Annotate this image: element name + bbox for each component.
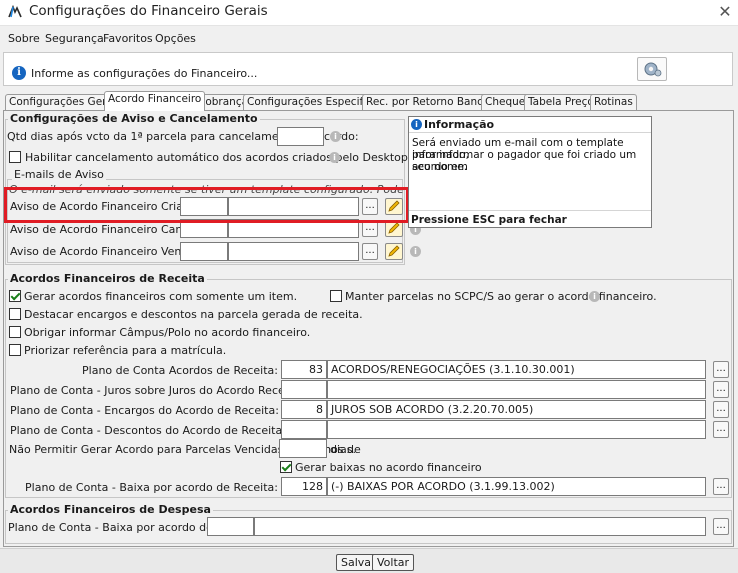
plano-encargos-receita-code-input[interactable]: 8 (281, 400, 327, 419)
menu-sobre[interactable]: Sobre (8, 32, 40, 45)
settings-button[interactable] (637, 57, 667, 81)
tab-acordo-financeiro[interactable]: Acordo Financeiro (104, 91, 206, 111)
priorizar-referencia-label: Priorizar referência para a matrícula. (24, 344, 227, 357)
plano-baixa-despesa-desc-input[interactable] (254, 517, 706, 536)
plano-descontos-receita-desc-input[interactable] (327, 420, 706, 439)
menu-seguranca[interactable]: Segurança (45, 32, 104, 45)
gerar-baixas-checkbox[interactable] (280, 461, 292, 473)
plano-baixa-receita-lookup-button[interactable]: ... (713, 478, 729, 495)
dias-label: dias. (330, 443, 357, 456)
plano-baixa-receita-label: Plano de Conta - Baixa por acordo de Rec… (25, 481, 278, 494)
plano-encargos-receita-label: Plano de Conta - Encargos do Acordo de R… (10, 404, 279, 417)
qtd-dias-input[interactable] (277, 127, 324, 146)
tab-rotinas[interactable]: Rotinas (590, 94, 637, 110)
highlight-box (4, 187, 409, 223)
help-icon: i (329, 152, 340, 163)
emails-aviso-title: E-mails de Aviso (12, 168, 106, 181)
nao-permitir-dias-input[interactable] (279, 439, 327, 458)
plano-baixa-receita-code-input[interactable]: 128 (281, 477, 327, 496)
destacar-encargos-label: Destacar encargos e descontos na parcela… (24, 308, 363, 321)
group-aviso-cancelamento-title: Configurações de Aviso e Cancelamento (8, 112, 260, 125)
plano-encargos-receita-lookup-button[interactable]: ... (713, 401, 729, 418)
help-icon: i (589, 291, 600, 302)
close-window-button[interactable]: ✕ (714, 2, 736, 22)
info-popup: i Informação Será enviado um e-mail com … (408, 116, 652, 228)
aviso-vencendo-edit-button[interactable] (385, 243, 403, 260)
pencil-icon (388, 245, 400, 257)
plano-juros-receita-desc-input[interactable] (327, 380, 706, 399)
plano-acordos-receita-lookup-button[interactable]: ... (713, 361, 729, 378)
app-logo-icon (8, 5, 22, 18)
plano-baixa-receita-desc-input[interactable]: (-) BAIXAS POR ACORDO (3.1.99.13.002) (327, 477, 706, 496)
plano-baixa-despesa-code-input[interactable] (207, 517, 254, 536)
destacar-encargos-checkbox[interactable] (9, 308, 21, 320)
plano-acordos-receita-desc-input[interactable]: ACORDOS/RENEGOCIAÇÕES (3.1.10.30.001) (327, 360, 706, 379)
back-button[interactable]: Voltar (372, 554, 415, 571)
plano-encargos-receita-desc-input[interactable]: JUROS SOB ACORDO (3.2.20.70.005) (327, 400, 706, 419)
habilitar-cancelamento-label: Habilitar cancelamento automático dos ac… (25, 151, 412, 164)
info-banner-text: Informe as configurações do Financeiro..… (31, 67, 258, 80)
obrigar-campus-checkbox[interactable] (9, 326, 21, 338)
info-icon: i (12, 66, 26, 80)
pencil-icon (388, 222, 400, 234)
aviso-vencendo-code-input[interactable] (180, 242, 228, 261)
menu-favoritos[interactable]: Favoritos (103, 32, 153, 45)
group-receita-title: Acordos Financeiros de Receita (8, 272, 207, 285)
popup-line-3: seu nome. (412, 161, 468, 173)
plano-descontos-receita-code-input[interactable] (281, 420, 327, 439)
help-icon: i (330, 131, 341, 142)
help-icon: i (410, 246, 421, 257)
popup-footer: Pressione ESC para fechar (411, 214, 567, 226)
habilitar-cancelamento-checkbox[interactable] (9, 151, 21, 163)
obrigar-campus-label: Obrigar informar Câmpus/Polo no acordo f… (24, 326, 311, 339)
window-title: Configurações do Financeiro Gerais (29, 3, 268, 19)
aviso-vencendo-desc-input[interactable] (228, 242, 359, 261)
plano-baixa-despesa-lookup-button[interactable]: ... (713, 518, 729, 535)
plano-descontos-receita-label: Plano de Conta - Descontos do Acordo de … (10, 424, 286, 437)
plano-acordos-receita-code-input[interactable]: 83 (281, 360, 327, 379)
tab-cheque[interactable]: Cheque (481, 94, 530, 110)
aviso-vencendo-lookup-button[interactable]: ... (362, 243, 378, 260)
plano-juros-receita-lookup-button[interactable]: ... (713, 381, 729, 398)
popup-title: Informação (424, 118, 495, 131)
gerar-somente-um-item-label: Gerar acordos financeiros com somente um… (24, 290, 298, 303)
plano-juros-receita-label: Plano de Conta - Juros sobre Juros do Ac… (10, 384, 303, 397)
manter-scpc-checkbox[interactable] (330, 290, 342, 302)
menu-opcoes[interactable]: Opções (155, 32, 196, 45)
gerar-baixas-label: Gerar baixas no acordo financeiro (295, 461, 482, 474)
plano-juros-receita-code-input[interactable] (281, 380, 327, 399)
priorizar-referencia-checkbox[interactable] (9, 344, 21, 356)
info-icon: i (411, 119, 422, 130)
plano-descontos-receita-lookup-button[interactable]: ... (713, 421, 729, 438)
plano-acordos-receita-label: Plano de Conta Acordos de Receita: (82, 364, 278, 377)
gear-icon (644, 62, 662, 77)
group-despesa-title: Acordos Financeiros de Despesa (8, 503, 213, 516)
gerar-somente-um-item-checkbox[interactable] (9, 290, 21, 302)
manter-scpc-label: Manter parcelas no SCPC/S ao gerar o aco… (345, 290, 657, 303)
